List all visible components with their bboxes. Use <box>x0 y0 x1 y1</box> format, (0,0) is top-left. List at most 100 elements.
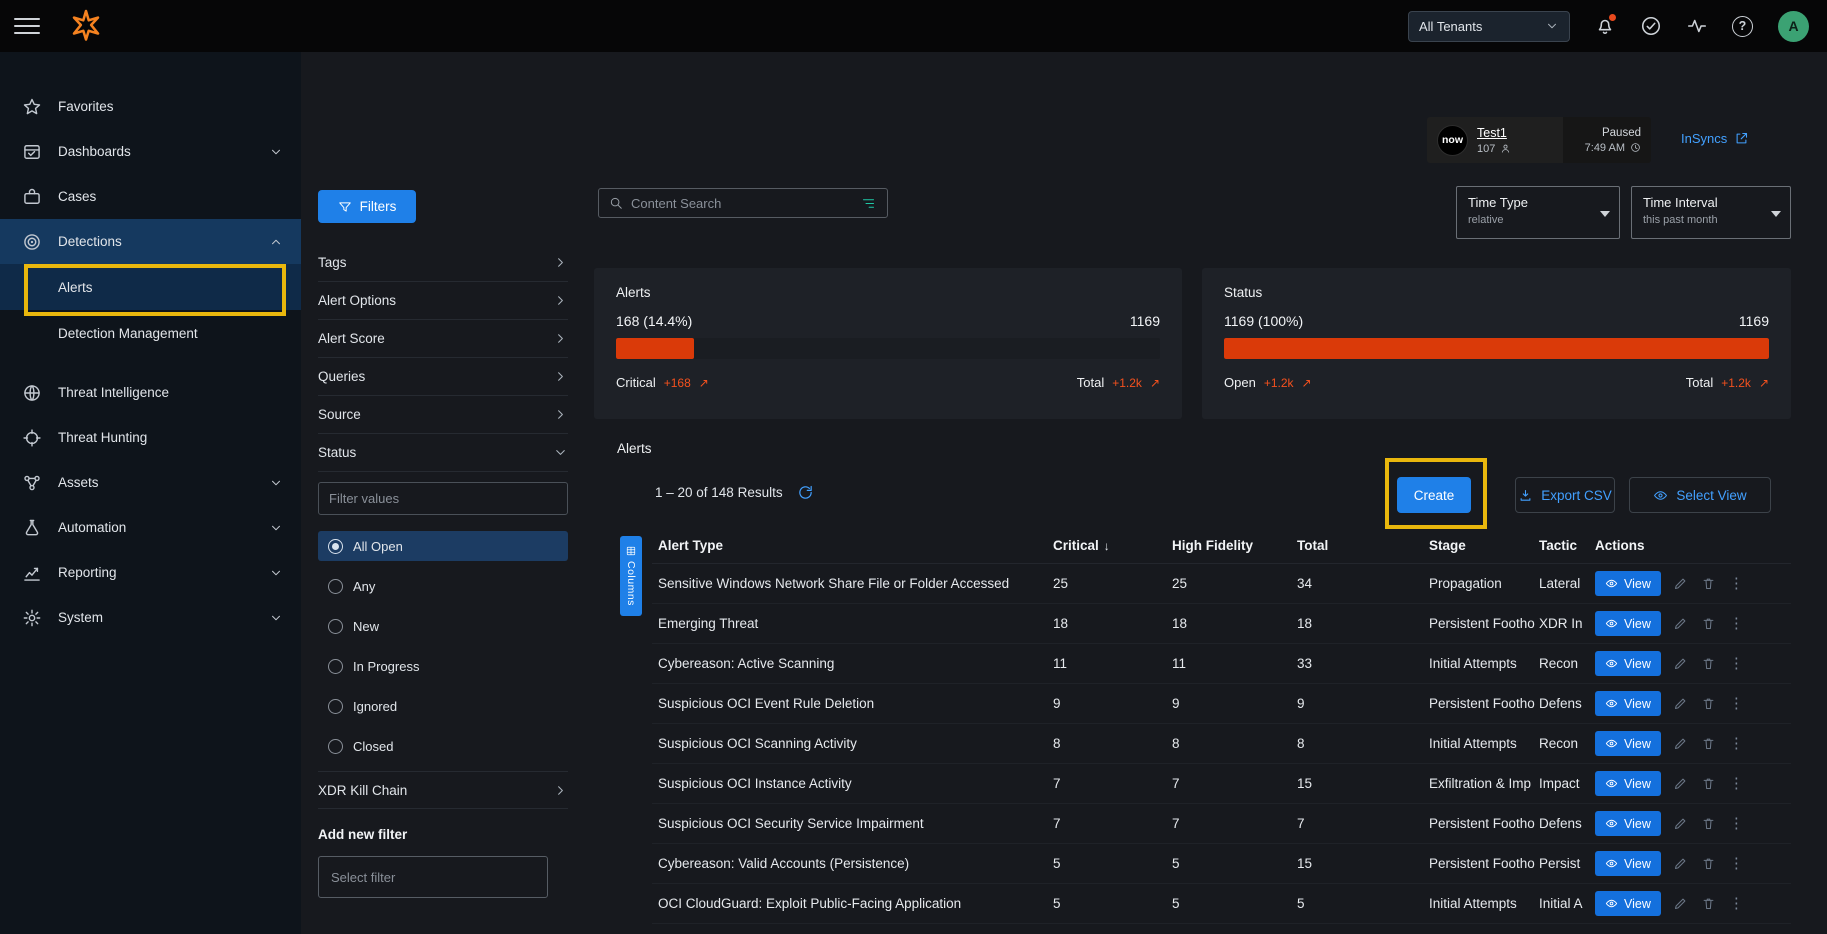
edit-pencil-icon[interactable] <box>1673 856 1689 872</box>
status-option-ignored[interactable]: Ignored <box>318 691 568 721</box>
delete-trash-icon[interactable] <box>1701 856 1717 872</box>
sidebar-item-detection-management[interactable]: Detection Management <box>0 310 301 356</box>
create-button[interactable]: Create <box>1397 477 1471 513</box>
sidebar-item-alerts[interactable]: Alerts <box>0 264 301 310</box>
export-csv-button[interactable]: Export CSV <box>1515 477 1615 513</box>
search-filter-icon[interactable] <box>860 196 877 211</box>
edit-pencil-icon[interactable] <box>1673 656 1689 672</box>
sort-desc-icon[interactable]: ↓ <box>1104 539 1110 553</box>
user-avatar[interactable]: A <box>1778 11 1809 42</box>
time-interval-dropdown[interactable]: Time Interval this past month <box>1631 186 1791 239</box>
sidebar-item-detections[interactable]: Detections <box>0 219 301 264</box>
select-view-button[interactable]: Select View <box>1629 477 1771 513</box>
edit-pencil-icon[interactable] <box>1673 576 1689 592</box>
view-button[interactable]: View <box>1595 891 1661 916</box>
table-row[interactable]: Emerging Threat 18 18 18 Persistent Foot… <box>652 604 1791 644</box>
view-button[interactable]: View <box>1595 811 1661 836</box>
more-options-icon[interactable]: ⋮ <box>1729 696 1744 711</box>
delete-trash-icon[interactable] <box>1701 736 1717 752</box>
edit-pencil-icon[interactable] <box>1673 776 1689 792</box>
delete-trash-icon[interactable] <box>1701 816 1717 832</box>
more-options-icon[interactable]: ⋮ <box>1729 816 1744 831</box>
status-option-new[interactable]: New <box>318 611 568 641</box>
filter-group-queries[interactable]: Queries <box>318 358 568 396</box>
edit-pencil-icon[interactable] <box>1673 616 1689 632</box>
filter-group-xdr-kill-chain[interactable]: XDR Kill Chain <box>318 771 568 809</box>
columns-button[interactable]: Columns <box>620 536 642 616</box>
view-button[interactable]: View <box>1595 731 1661 756</box>
view-button[interactable]: View <box>1595 771 1661 796</box>
table-row[interactable]: OCI CloudGuard: Exploit Public-Facing Ap… <box>652 884 1791 924</box>
more-options-icon[interactable]: ⋮ <box>1729 576 1744 591</box>
table-row[interactable]: Cybereason: Valid Accounts (Persistence)… <box>652 844 1791 884</box>
delete-trash-icon[interactable] <box>1701 696 1717 712</box>
table-row[interactable]: Sensitive Windows Network Share File or … <box>652 564 1791 604</box>
filter-group-alert-options[interactable]: Alert Options <box>318 282 568 320</box>
more-options-icon[interactable]: ⋮ <box>1729 616 1744 631</box>
scheduler-name[interactable]: Test1 <box>1477 126 1511 140</box>
filter-group-source[interactable]: Source <box>318 396 568 434</box>
more-options-icon[interactable]: ⋮ <box>1729 856 1744 871</box>
delete-trash-icon[interactable] <box>1701 776 1717 792</box>
status-option-in-progress[interactable]: In Progress <box>318 651 568 681</box>
edit-pencil-icon[interactable] <box>1673 696 1689 712</box>
header-critical[interactable]: Critical↓ <box>1053 538 1172 553</box>
content-search-input[interactable] <box>631 196 852 211</box>
table-row[interactable]: Cybereason: Active Scanning 11 11 33 Ini… <box>652 644 1791 684</box>
view-button[interactable]: View <box>1595 851 1661 876</box>
table-row[interactable]: Suspicious OCI Scanning Activity 8 8 8 I… <box>652 724 1791 764</box>
header-high-fidelity[interactable]: High Fidelity <box>1172 538 1297 553</box>
view-button[interactable]: View <box>1595 691 1661 716</box>
view-button[interactable]: View <box>1595 651 1661 676</box>
select-filter-input[interactable] <box>318 856 548 898</box>
sidebar-item-favorites[interactable]: Favorites <box>0 84 301 129</box>
more-options-icon[interactable]: ⋮ <box>1729 736 1744 751</box>
filter-group-status[interactable]: Status <box>318 434 568 472</box>
sidebar-item-automation[interactable]: Automation <box>0 505 301 550</box>
time-type-dropdown[interactable]: Time Type relative <box>1456 186 1620 239</box>
sidebar-item-cases[interactable]: Cases <box>0 174 301 219</box>
status-option-all-open[interactable]: All Open <box>318 531 568 561</box>
header-stage[interactable]: Stage <box>1429 538 1539 553</box>
help-icon[interactable]: ? <box>1732 15 1754 37</box>
sidebar-item-threat-hunting[interactable]: Threat Hunting <box>0 415 301 460</box>
activity-pulse-icon[interactable] <box>1686 15 1708 37</box>
status-option-any[interactable]: Any <box>318 571 568 601</box>
menu-icon[interactable] <box>14 18 40 34</box>
table-row[interactable]: Suspicious OCI Event Rule Deletion 9 9 9… <box>652 684 1791 724</box>
table-row[interactable]: Suspicious OCI Security Service Impairme… <box>652 804 1791 844</box>
table-row[interactable]: Suspicious OCI Instance Activity 7 7 15 … <box>652 764 1791 804</box>
edit-pencil-icon[interactable] <box>1673 736 1689 752</box>
filter-group-tags[interactable]: Tags <box>318 244 568 282</box>
header-alert-type[interactable]: Alert Type <box>652 538 1053 553</box>
delete-trash-icon[interactable] <box>1701 656 1717 672</box>
view-button[interactable]: View <box>1595 571 1661 596</box>
filters-button[interactable]: Filters <box>318 190 416 223</box>
delete-trash-icon[interactable] <box>1701 616 1717 632</box>
sidebar-item-dashboards[interactable]: Dashboards <box>0 129 301 174</box>
status-option-closed[interactable]: Closed <box>318 731 568 761</box>
check-circle-icon[interactable] <box>1640 15 1662 37</box>
brand-logo-icon[interactable] <box>68 8 104 44</box>
sidebar-item-reporting[interactable]: Reporting <box>0 550 301 595</box>
header-tactic[interactable]: Tactic <box>1539 538 1595 553</box>
insyncs-link[interactable]: InSyncs <box>1681 131 1749 146</box>
more-options-icon[interactable]: ⋮ <box>1729 896 1744 911</box>
delete-trash-icon[interactable] <box>1701 896 1717 912</box>
view-button[interactable]: View <box>1595 611 1661 636</box>
edit-pencil-icon[interactable] <box>1673 816 1689 832</box>
notifications-bell-icon[interactable] <box>1594 15 1616 37</box>
status-filter-values-input[interactable] <box>318 482 568 515</box>
sidebar-item-assets[interactable]: Assets <box>0 460 301 505</box>
tenant-selector[interactable]: All Tenants <box>1408 11 1570 42</box>
edit-pencil-icon[interactable] <box>1673 896 1689 912</box>
sidebar-item-system[interactable]: System <box>0 595 301 640</box>
more-options-icon[interactable]: ⋮ <box>1729 656 1744 671</box>
filter-group-alert-score[interactable]: Alert Score <box>318 320 568 358</box>
header-total[interactable]: Total <box>1297 538 1429 553</box>
delete-trash-icon[interactable] <box>1701 576 1717 592</box>
scheduler-widget[interactable]: now Test1 107 Paused 7:49 AM <box>1427 117 1651 163</box>
sidebar-item-threat-intelligence[interactable]: Threat Intelligence <box>0 370 301 415</box>
more-options-icon[interactable]: ⋮ <box>1729 776 1744 791</box>
refresh-icon[interactable] <box>797 484 814 501</box>
